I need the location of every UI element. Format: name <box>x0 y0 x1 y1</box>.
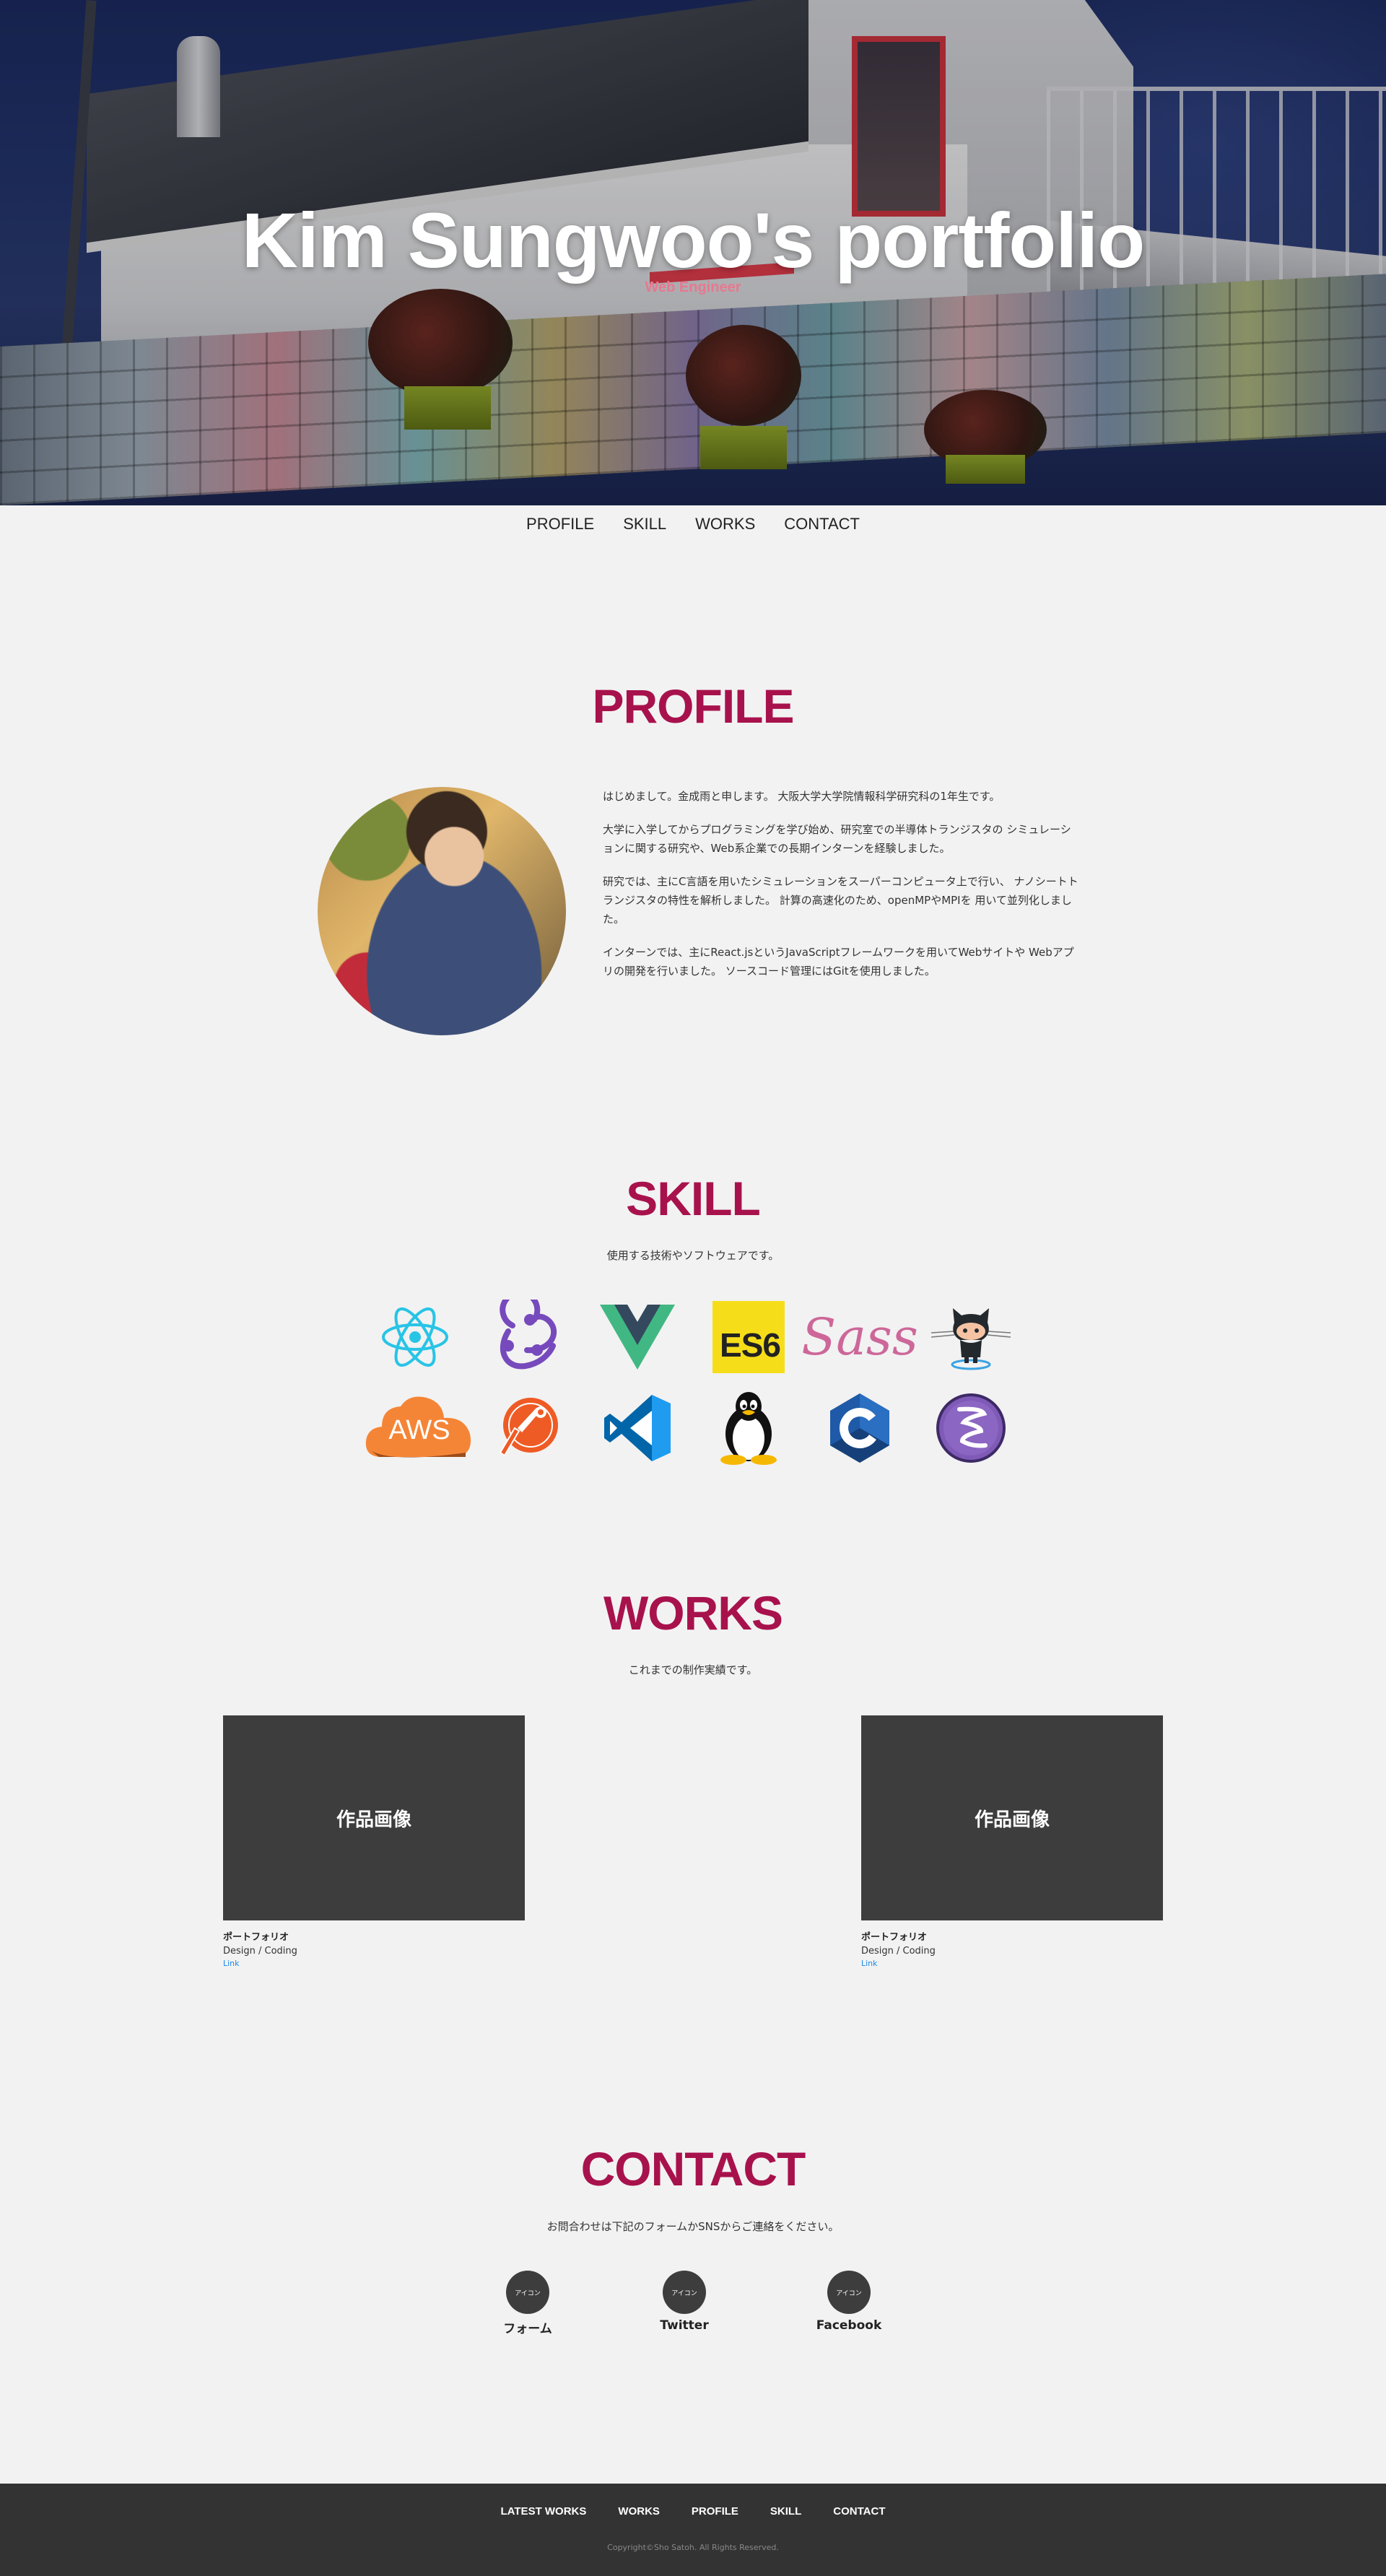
work-thumbnail[interactable]: 作品画像 <box>861 1715 1163 1920</box>
work-link[interactable]: Link <box>223 1959 525 1968</box>
main-nav: PROFILE SKILL WORKS CONTACT <box>0 505 1386 543</box>
es6-label: ES6 <box>720 1326 781 1364</box>
profile-avatar <box>318 787 566 1035</box>
skill-heading: SKILL <box>626 1172 761 1225</box>
work-title: ポートフォリオ <box>861 1932 928 1943</box>
aws-icon: AWS <box>365 1391 471 1466</box>
contact-label[interactable]: フォーム <box>470 2318 585 2336</box>
form-icon[interactable]: アイコン <box>506 2271 549 2314</box>
contact-description: お問合わせは下記のフォームかSNSからご連絡をください。 <box>546 2220 840 2233</box>
contact-facebook-link[interactable]: アイコン Facebook <box>791 2271 907 2333</box>
twitter-icon[interactable]: アイコン <box>663 2271 706 2314</box>
footer-nav-works[interactable]: WORKS <box>618 2505 660 2518</box>
contact-label[interactable]: Facebook <box>791 2318 907 2333</box>
footer-nav-profile[interactable]: PROFILE <box>692 2505 738 2518</box>
aws-label: AWS <box>388 1415 450 1445</box>
vscode-icon <box>587 1391 688 1466</box>
footer-nav-contact[interactable]: CONTACT <box>833 2505 885 2518</box>
nav-works[interactable]: WORKS <box>695 515 755 534</box>
nav-profile[interactable]: PROFILE <box>526 515 594 534</box>
linux-tux-icon <box>698 1391 799 1466</box>
works-description: これまでの制作実績です。 <box>628 1663 758 1676</box>
work-role: Design / Coding <box>223 1946 297 1957</box>
c-language-icon <box>809 1391 910 1466</box>
postman-icon <box>476 1391 577 1466</box>
works-heading: WORKS <box>603 1586 783 1640</box>
vue-icon <box>587 1300 688 1375</box>
footer-nav-latest-works[interactable]: LATEST WORKS <box>501 2505 587 2518</box>
redux-icon <box>476 1300 577 1375</box>
profile-paragraph: 大学に入学してからプログラミングを学び始め、研究室での半導体トランジスタの シミ… <box>603 823 1071 855</box>
profile-heading: PROFILE <box>592 679 794 733</box>
hero-subtitle: Web Engineer <box>645 279 741 295</box>
react-icon <box>365 1300 466 1375</box>
contact-form-link[interactable]: アイコン フォーム <box>470 2271 585 2336</box>
emacs-icon <box>920 1391 1021 1466</box>
es6-icon: ES6 <box>698 1300 799 1375</box>
hero-banner: Kim Sungwoo's portfolio Web Engineer <box>0 0 1386 505</box>
work-role: Design / Coding <box>861 1946 936 1957</box>
facebook-icon[interactable]: アイコン <box>827 2271 871 2314</box>
hero-title: Kim Sungwoo's portfolio <box>241 196 1146 284</box>
skill-description: 使用する技術やソフトウェアです。 <box>606 1249 780 1262</box>
profile-paragraph: 研究では、主にC言語を用いたシミュレーションをスーパーコンピュータ上で行い、 ナ… <box>603 875 1078 926</box>
footer-nav: LATEST WORKS WORKS PROFILE SKILL CONTACT <box>0 2505 1386 2518</box>
sass-label: Sass <box>801 1307 918 1367</box>
work-link[interactable]: Link <box>861 1959 1163 1968</box>
work-card: 作品画像 ポートフォリオ Design / Coding Link <box>223 1715 525 1968</box>
nav-contact[interactable]: CONTACT <box>784 515 860 534</box>
github-octocat-icon <box>920 1300 1021 1375</box>
work-title: ポートフォリオ <box>223 1932 289 1943</box>
footer-nav-skill[interactable]: SKILL <box>770 2505 801 2518</box>
profile-text: はじめまして。金成雨と申します。 大阪大学大学院情報科学研究科の1年生です。 大… <box>603 787 1079 995</box>
contact-heading: CONTACT <box>580 2142 806 2196</box>
contact-twitter-link[interactable]: アイコン Twitter <box>627 2271 742 2333</box>
profile-paragraph: はじめまして。金成雨と申します。 大阪大学大学院情報科学研究科の1年生です。 <box>603 790 1001 803</box>
footer: LATEST WORKS WORKS PROFILE SKILL CONTACT… <box>0 2484 1386 2576</box>
work-thumbnail[interactable]: 作品画像 <box>223 1715 525 1920</box>
skill-icon-grid: ES6 Sass AWS <box>365 1300 1021 1466</box>
sass-icon: Sass <box>801 1300 918 1375</box>
nav-skill[interactable]: SKILL <box>623 515 666 534</box>
copyright: Copyright©Sho Satoh. All Rights Reserved… <box>607 2543 779 2552</box>
work-card: 作品画像 ポートフォリオ Design / Coding Link <box>861 1715 1163 1968</box>
profile-paragraph: インターンでは、主にReact.jsというJavaScriptフレームワークを用… <box>603 946 1074 978</box>
contact-label[interactable]: Twitter <box>627 2318 742 2333</box>
